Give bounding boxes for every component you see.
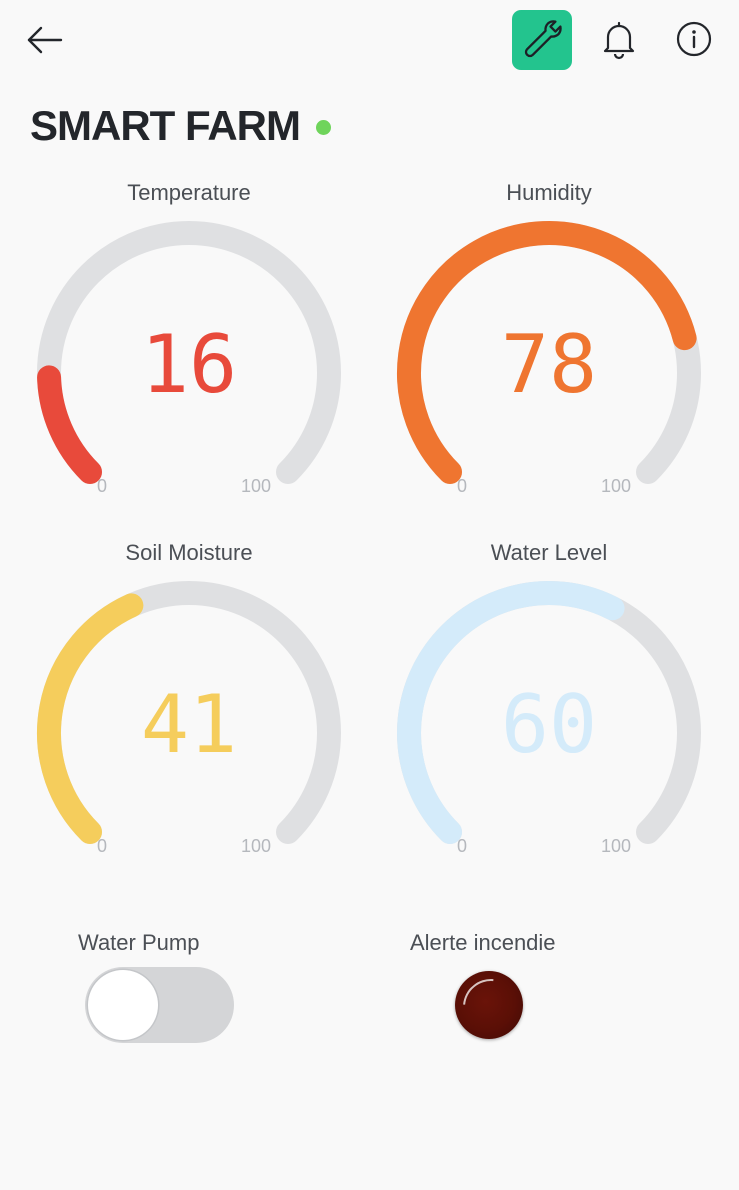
arrow-left-icon (27, 26, 63, 54)
gauge-value: 41 (140, 678, 238, 771)
top-bar (0, 0, 739, 82)
gauge-value: 60 (500, 678, 598, 771)
gauge-min-label: 0 (457, 836, 468, 856)
wrench-icon (524, 20, 562, 58)
fire-alert-label: Alerte incendie (410, 930, 556, 955)
app-screen: SMART FARM Temperature 16 0 100 Humidity… (0, 0, 739, 1190)
gauge-max-label: 100 (600, 836, 631, 856)
gauge-value: 78 (500, 318, 598, 411)
gauge-label: Water Level (490, 540, 608, 565)
gauge-min-label: 0 (97, 836, 108, 856)
fire-alert-led (455, 971, 523, 1039)
gauge-max-label: 100 (240, 836, 271, 856)
info-button[interactable] (672, 16, 718, 62)
gauge-label: Humidity (506, 180, 592, 205)
humidity-gauge: Humidity 78 0 100 (369, 180, 729, 510)
gauge-min-label: 0 (457, 476, 468, 496)
water-pump-label: Water Pump (78, 930, 200, 955)
toggle-knob[interactable] (88, 970, 158, 1040)
water-pump-toggle[interactable] (85, 967, 234, 1043)
gauge-label: Temperature (127, 180, 251, 205)
info-icon (676, 21, 712, 57)
gauge-max-label: 100 (240, 476, 271, 496)
gauge-label: Soil Moisture (125, 540, 253, 565)
soil-moisture-gauge: Soil Moisture 41 0 100 (9, 540, 369, 870)
notifications-button[interactable] (596, 16, 642, 62)
gauge-min-label: 0 (97, 476, 108, 496)
settings-button[interactable] (512, 10, 572, 70)
gauge-max-label: 100 (600, 476, 631, 496)
page-title: SMART FARM (30, 102, 301, 149)
title-row: SMART FARM (30, 100, 331, 152)
online-status-dot (315, 119, 331, 135)
back-button[interactable] (22, 20, 68, 60)
led-highlight (455, 971, 523, 1039)
bell-icon (603, 21, 635, 60)
water-level-gauge: Water Level 60 0 100 (369, 540, 729, 870)
gauge-value: 16 (140, 318, 238, 411)
temperature-gauge: Temperature 16 0 100 (9, 180, 369, 510)
